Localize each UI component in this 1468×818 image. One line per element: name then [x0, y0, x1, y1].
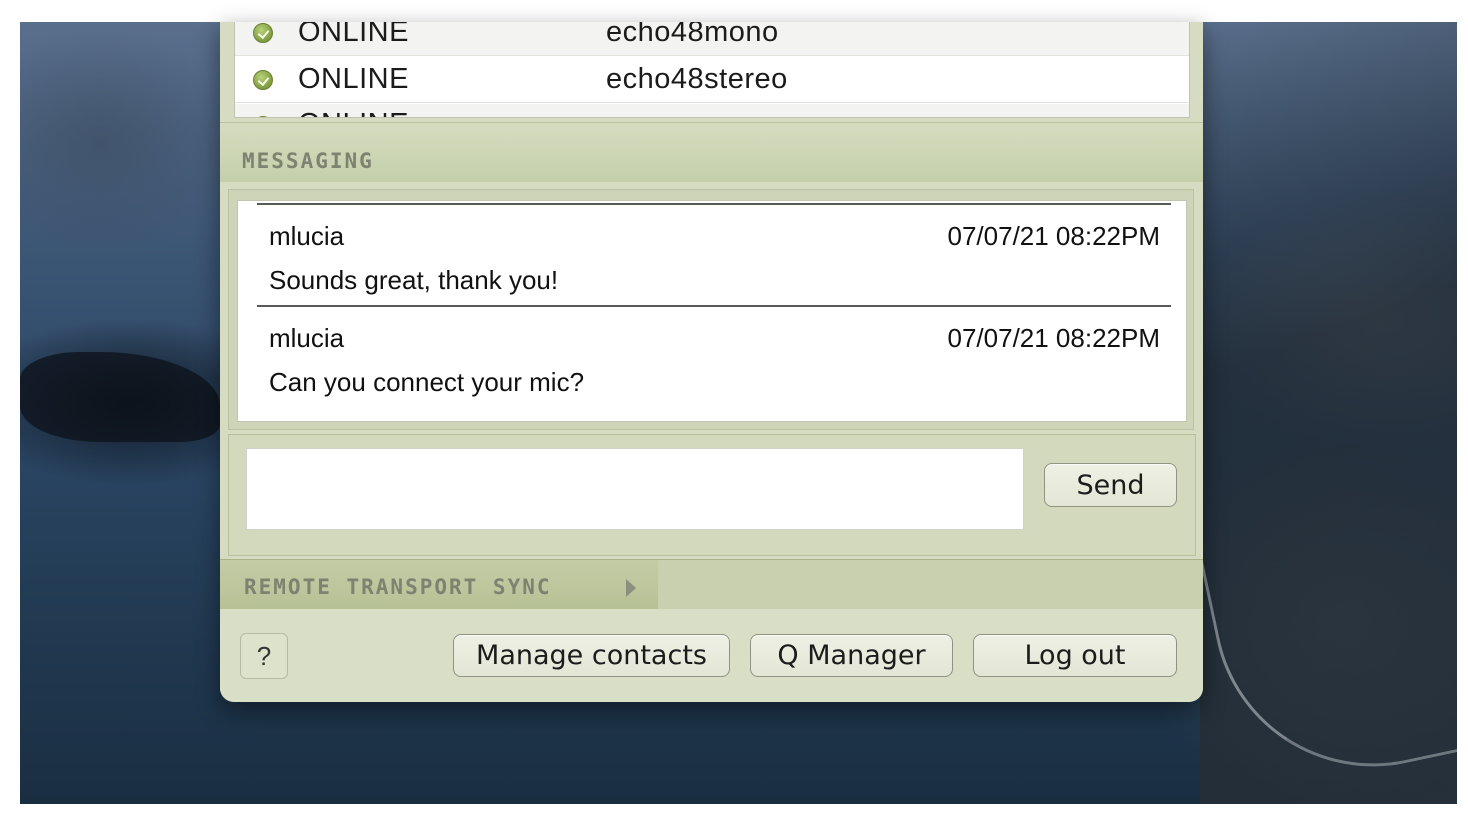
contact-row[interactable]: ONLINE echo48stereo	[235, 57, 1189, 103]
message-input[interactable]	[246, 448, 1024, 530]
messages-list[interactable]: mlucia 07/07/21 08:22PM Sounds great, th…	[237, 200, 1187, 422]
app-window: ONLINE echo48mono ONLINE echo48stereo ON…	[220, 22, 1203, 702]
contact-status: ONLINE	[298, 108, 409, 117]
message-text: Sounds great, thank you!	[269, 265, 559, 295]
message-text: Can you connect your mic?	[269, 367, 585, 397]
transport-sync-bar[interactable]: REMOTE TRANSPORT SYNC	[220, 559, 1203, 610]
logout-button[interactable]: Log out	[973, 634, 1177, 677]
online-status-icon	[253, 116, 273, 117]
contact-row[interactable]: ONLINE echo48mono	[235, 22, 1189, 56]
messaging-title: MESSAGING	[242, 149, 374, 173]
contact-name: echo48stereo	[606, 63, 788, 95]
disclosure-arrow-icon[interactable]	[626, 579, 636, 597]
online-status-icon	[253, 69, 273, 90]
contact-status: ONLINE	[298, 22, 409, 48]
message-item: mlucia 07/07/21 08:22PM Can you connect …	[257, 305, 1171, 407]
help-button[interactable]: ?	[240, 633, 288, 679]
online-status-icon	[253, 22, 273, 43]
contact-row[interactable]: ONLINE	[235, 104, 1189, 117]
message-item: mlucia 07/07/21 08:22PM Sounds great, th…	[257, 203, 1171, 305]
message-timestamp: 07/07/21 08:22PM	[947, 323, 1161, 353]
coastline-rock	[20, 352, 220, 442]
message-sender: mlucia	[269, 323, 345, 353]
transport-sync-label: REMOTE TRANSPORT SYNC	[244, 575, 552, 599]
contact-status: ONLINE	[298, 63, 409, 95]
q-manager-button[interactable]: Q Manager	[750, 634, 953, 677]
contacts-list[interactable]: ONLINE echo48mono ONLINE echo48stereo ON…	[234, 22, 1190, 118]
manage-contacts-button[interactable]: Manage contacts	[453, 634, 730, 677]
compose-panel: Send	[228, 434, 1196, 556]
contact-name: echo48mono	[606, 22, 779, 48]
transport-bar-fill	[658, 560, 1203, 610]
message-sender: mlucia	[269, 221, 345, 251]
send-button[interactable]: Send	[1044, 463, 1177, 507]
messages-panel: mlucia 07/07/21 08:22PM Sounds great, th…	[228, 189, 1194, 430]
messaging-header: MESSAGING	[220, 122, 1203, 182]
message-timestamp: 07/07/21 08:22PM	[947, 221, 1161, 251]
footer-toolbar: ? Manage contacts Q Manager Log out	[220, 609, 1203, 702]
